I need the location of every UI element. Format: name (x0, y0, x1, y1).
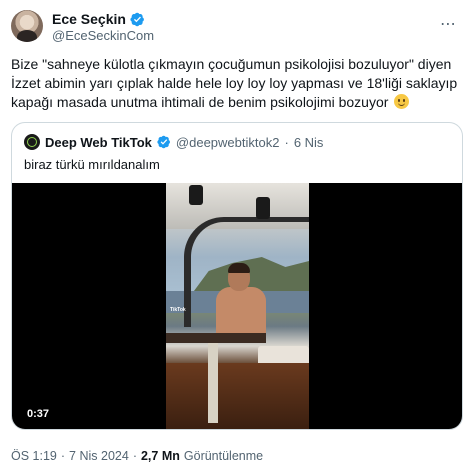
tweet-meta: ÖS 1:19 · 7 Nis 2024 · 2,7 Mn Görüntülen… (11, 449, 263, 463)
video-player[interactable]: TikTok 0:37 (12, 183, 462, 429)
smiling-face-emoji-icon (394, 94, 410, 109)
views-count: 2,7 Mn (140, 449, 180, 463)
dot-separator: · (284, 134, 289, 150)
speaker-fixture (256, 197, 270, 219)
quoted-author-avatar (24, 134, 40, 150)
dot-separator: · (132, 449, 137, 463)
person-hair (228, 263, 250, 273)
author-display-name[interactable]: Ece Seçkin (52, 11, 126, 27)
tweet: Ece Seçkin @EceSeckinCom ⋯ Bize "sahneye… (0, 0, 471, 473)
tiktok-watermark: TikTok (170, 307, 186, 313)
dot-separator: · (60, 449, 66, 463)
quoted-tweet-text: biraz türkü mırıldanalım (24, 157, 160, 172)
author-avatar[interactable] (11, 10, 43, 42)
tweet-date[interactable]: 7 Nis 2024 (69, 449, 129, 463)
tweet-time[interactable]: ÖS 1:19 (11, 449, 57, 463)
wooden-bench (166, 363, 309, 429)
quoted-author-display-name: Deep Web TikTok (45, 134, 152, 150)
table-pole (208, 343, 218, 423)
tweet-text: Bize "sahneye külotla çıkmayın çocuğumun… (11, 55, 463, 112)
tweet-text-content: Bize "sahneye külotla çıkmayın çocuğumun… (11, 56, 458, 110)
ceiling-light-fixture (189, 185, 203, 205)
quoted-tweet[interactable]: Deep Web TikTok @deepwebtiktok2 · 6 Nis … (11, 122, 463, 430)
views-label: Görüntülenme (183, 449, 264, 463)
verified-badge-icon (130, 12, 144, 26)
quoted-date: 6 Nis (293, 134, 324, 150)
author-handle[interactable]: @EceSeckinCom (52, 28, 154, 43)
author-name-row: Ece Seçkin (52, 10, 145, 28)
more-options-icon[interactable]: ⋯ (440, 14, 457, 34)
boat-table (166, 333, 266, 343)
quoted-author-handle: @deepwebtiktok2 (175, 134, 280, 150)
quoted-tweet-header: Deep Web TikTok @deepwebtiktok2 · 6 Nis (24, 134, 323, 150)
video-frame: TikTok (166, 183, 309, 429)
video-duration: 0:37 (23, 407, 54, 421)
verified-badge-icon (157, 135, 170, 149)
